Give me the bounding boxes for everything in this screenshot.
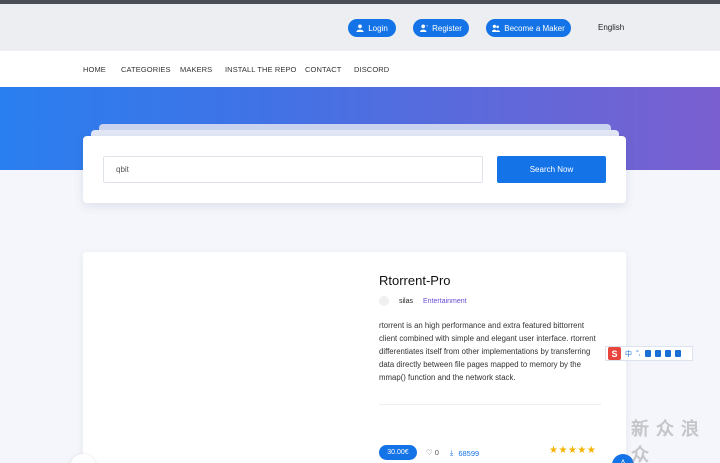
- login-label: Login: [368, 23, 388, 33]
- users-icon: [492, 24, 501, 32]
- become-maker-label: Become a Maker: [504, 23, 565, 33]
- ime-logo[interactable]: S: [608, 347, 621, 360]
- app-card: Rtorrent-Pro silas Entertainment rtorren…: [83, 252, 626, 463]
- star-icon: ★: [577, 445, 587, 456]
- top-bar: Login Register Become a Maker English: [0, 4, 720, 51]
- register-button[interactable]: Register: [413, 19, 469, 37]
- nav-categories[interactable]: CATEGORIES: [121, 65, 171, 74]
- nav-home[interactable]: HOME: [83, 65, 106, 74]
- price-badge[interactable]: 30.00€: [379, 445, 417, 460]
- app-title[interactable]: Rtorrent-Pro: [379, 273, 451, 288]
- user-icon: [356, 24, 364, 32]
- grid-icon[interactable]: [674, 350, 681, 357]
- search-now-button[interactable]: Search Now: [497, 156, 606, 183]
- skin-icon[interactable]: [664, 350, 671, 357]
- ime-toolbar[interactable]: S 中 °,: [605, 346, 693, 361]
- star-icon: ★: [549, 445, 559, 456]
- nav-makers[interactable]: MAKERS: [180, 65, 212, 74]
- maker-name[interactable]: silas: [399, 298, 413, 305]
- star-icon: ★: [567, 445, 578, 456]
- downloads-counter: ⤓ 68599: [450, 448, 479, 458]
- downloads-count: 68599: [458, 448, 480, 458]
- search-input[interactable]: qbit: [103, 156, 483, 183]
- app-meta: silas Entertainment: [379, 296, 467, 306]
- app-description: rtorrent is an high performance and extr…: [379, 321, 596, 382]
- punctuation-icon[interactable]: °,: [636, 350, 641, 357]
- keyboard-icon[interactable]: [654, 350, 661, 357]
- login-button[interactable]: Login: [348, 19, 396, 37]
- chevron-up-icon: ˄: [620, 457, 626, 463]
- category-link[interactable]: Entertainment: [423, 298, 467, 305]
- heart-icon: ♡: [426, 448, 433, 457]
- main-nav: HOME CATEGORIES MAKERS INSTALL THE REPO …: [0, 51, 720, 87]
- likes-counter[interactable]: ♡ 0: [426, 448, 439, 457]
- search-panel: qbit Search Now: [83, 136, 626, 203]
- language-selector[interactable]: English: [598, 23, 624, 32]
- become-maker-button[interactable]: Become a Maker: [486, 19, 571, 37]
- download-icon: ⤓: [450, 448, 454, 457]
- star-icon: ★: [586, 445, 597, 456]
- nav-contact[interactable]: CONTACT: [305, 65, 341, 74]
- microphone-icon[interactable]: [644, 350, 651, 357]
- register-label: Register: [432, 23, 462, 33]
- star-icon: ★: [558, 445, 568, 456]
- likes-count: 0: [434, 448, 439, 457]
- user-plus-icon: [420, 24, 429, 32]
- maker-avatar: [379, 296, 389, 306]
- watermark: 新 众 浪 众: [631, 419, 701, 463]
- rating-stars: ★★★★★: [549, 445, 596, 456]
- nav-discord[interactable]: DISCORD: [354, 65, 389, 74]
- ime-mode[interactable]: 中: [625, 349, 632, 359]
- nav-install-repo[interactable]: INSTALL THE REPO: [225, 65, 296, 74]
- divider: [379, 404, 601, 405]
